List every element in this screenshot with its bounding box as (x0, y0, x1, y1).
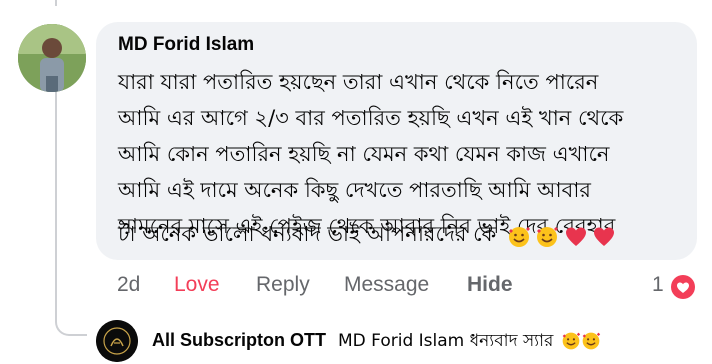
love-reaction-icon (671, 275, 695, 299)
comment-line: আমি এই দামে অনেক কিছু দেখতে পারতাছি আমি … (118, 178, 591, 202)
reaction-count[interactable]: 1 (652, 273, 664, 297)
reply-button[interactable]: Reply (256, 273, 310, 297)
hide-button[interactable]: Hide (467, 273, 513, 297)
comment-emojis (507, 225, 616, 249)
red-heart-icon (565, 227, 586, 246)
comment-line: আমি এর আগে ২/৩ বার পতারিত হয়ছি এখন এই খ… (118, 106, 624, 130)
reply-text: MD Forid Islam ধন্যবাদ স্যার (338, 331, 554, 351)
comment-line: যারা যারা পতারিত হয়ছেন তারা এখান থেকে ন… (118, 70, 599, 94)
comment-line: আমি কোন পতারিন হয়ছি না যেমন কথা যেমন কা… (118, 142, 610, 166)
comment-last-line: টা অনেক ভালো ধন্যবাদ ভাই আপনারদের কে (118, 218, 616, 253)
smiling-face-with-hearts-icon (582, 332, 600, 350)
commenter-avatar[interactable] (18, 24, 86, 92)
comment-timestamp[interactable]: 2d (117, 273, 140, 297)
comment-author[interactable]: MD Forid Islam (118, 34, 254, 56)
thread-curve (55, 300, 87, 336)
smiling-face-with-hearts-icon (562, 332, 580, 350)
thread-line-top (55, 0, 57, 6)
red-heart-icon (594, 227, 615, 246)
reaction-badge[interactable] (669, 273, 697, 301)
comment-actions: 2d Love Reply Message Hide (0, 273, 712, 299)
comment-line: টা অনেক ভালো ধন্যবাদ ভাই আপনারদের কে (118, 222, 497, 246)
reply-emojis (561, 331, 601, 351)
smiling-face-with-hearts-icon (537, 226, 559, 247)
reply-text-container: MD Forid Islam ধন্যবাদ স্যার (338, 328, 601, 356)
smiling-face-with-hearts-icon (508, 226, 530, 247)
love-button[interactable]: Love (174, 273, 220, 297)
message-button[interactable]: Message (344, 273, 429, 297)
reply-author[interactable]: All Subscripton OTT (152, 330, 326, 351)
reply-avatar[interactable] (96, 320, 138, 362)
